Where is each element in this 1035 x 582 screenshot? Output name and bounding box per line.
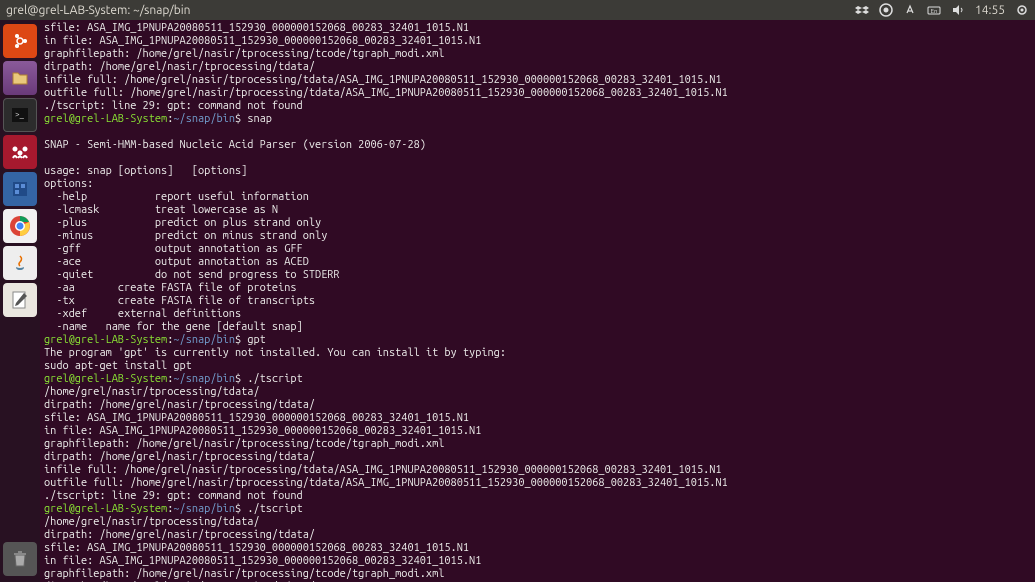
terminal-area[interactable]: sfile: ASA_IMG_1PNUPA20080511_152930_000… (40, 20, 1035, 582)
ubuntu-dash-icon[interactable] (3, 24, 37, 58)
svg-text:>_: >_ (15, 110, 24, 119)
volume-icon[interactable] (951, 3, 965, 17)
terminal-icon[interactable]: >_ (3, 98, 37, 132)
network-icon[interactable] (903, 3, 917, 17)
chrome-tray-icon[interactable] (879, 3, 893, 17)
files-icon[interactable] (3, 61, 37, 95)
clock[interactable]: 14:55 (975, 4, 1005, 17)
gear-icon[interactable] (1015, 3, 1029, 17)
chrome-icon[interactable] (3, 209, 37, 243)
launcher: >_ (0, 20, 40, 582)
app-blue-icon[interactable] (3, 172, 37, 206)
trash-icon[interactable] (3, 542, 37, 576)
svg-text:En: En (931, 8, 938, 15)
system-tray: En 14:55 (855, 3, 1029, 17)
text-editor-icon[interactable] (3, 283, 37, 317)
window-title: grel@grel-LAB-System: ~/snap/bin (6, 4, 855, 17)
java-icon[interactable] (3, 246, 37, 280)
dropbox-icon[interactable] (855, 3, 869, 17)
menubar: grel@grel-LAB-System: ~/snap/bin En 14:5… (0, 0, 1035, 20)
mendeley-icon[interactable] (3, 135, 37, 169)
keyboard-icon[interactable]: En (927, 3, 941, 17)
